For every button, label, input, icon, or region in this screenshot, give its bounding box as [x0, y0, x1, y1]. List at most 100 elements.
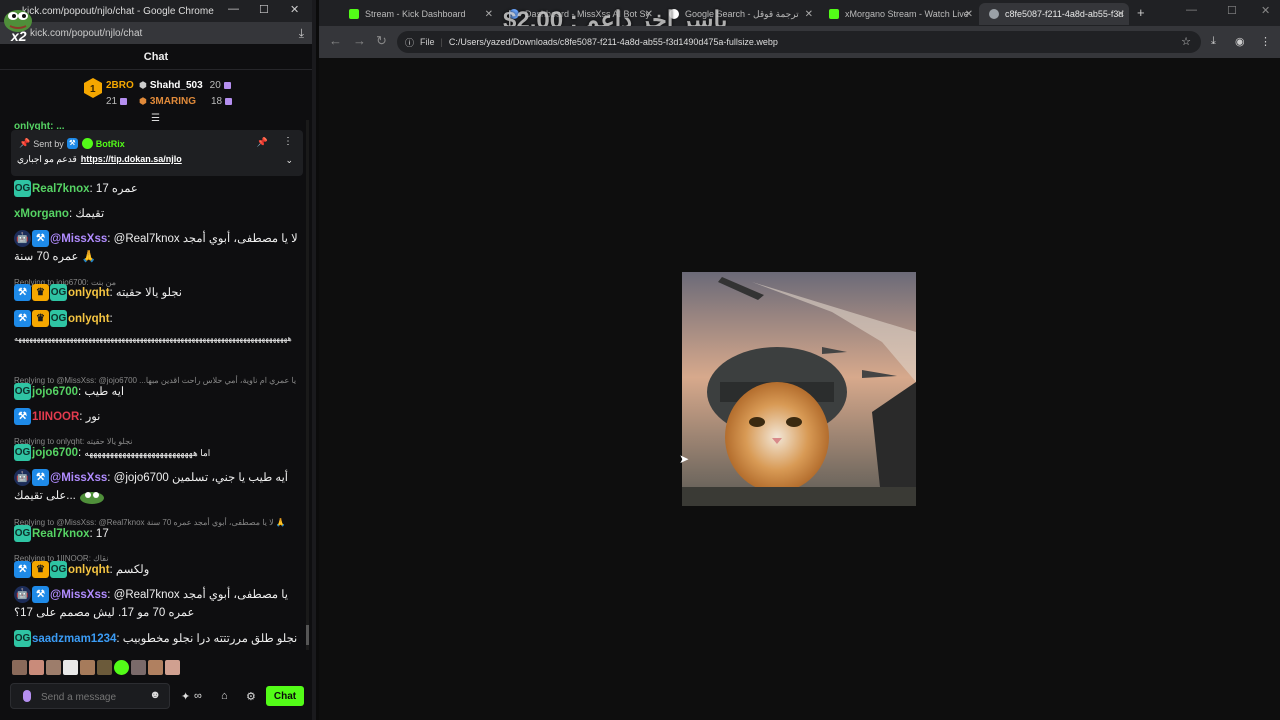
pinned-sender[interactable]: BotRix	[96, 139, 125, 149]
sub-gift-icon	[225, 98, 233, 105]
omnibox[interactable]: ⓘ File | C:/Users/yazed/Downloads/c8fe50…	[397, 31, 1201, 53]
emote-icon[interactable]	[46, 660, 61, 675]
chat-message[interactable]: ⚒ ♛ OG onlyqht:	[14, 310, 298, 328]
channel-points-icon[interactable]: ✦	[181, 690, 190, 703]
scrollbar-thumb[interactable]	[306, 625, 309, 645]
emote-icon[interactable]	[114, 660, 129, 675]
address-bar[interactable]: kick.com/popout/njlo/chat ⤓	[0, 22, 312, 44]
profile-avatar-icon[interactable]: ◉	[1235, 35, 1245, 48]
chat-message[interactable]: 🤖 ⚒ @MissXss: @Real7knox لا يا مصطفى، أبوي…	[14, 230, 298, 266]
pinned-message[interactable]: 📌 Sent by ⚒ BotRix قدعم مو اجباري https:…	[11, 130, 303, 176]
og-badge-icon: OG	[50, 561, 67, 579]
sub-gift-icon	[223, 82, 231, 89]
close-icon[interactable]: ✕	[290, 3, 299, 16]
bookmark-star-icon[interactable]: ☆	[1181, 35, 1191, 48]
username[interactable]: onlyqht	[68, 287, 110, 299]
more-options-icon[interactable]: ⋮	[283, 136, 293, 147]
emote-icon[interactable]	[29, 660, 44, 675]
download-icon[interactable]: ⤓	[299, 26, 304, 41]
leaderboard-entry[interactable]: 2BRO	[106, 80, 134, 91]
tab-close-icon[interactable]: ✕	[965, 9, 973, 20]
fighter-pilot-cat-image[interactable]	[682, 272, 916, 506]
pinned-link[interactable]: https://tip.dokan.sa/njlo	[81, 154, 182, 165]
username[interactable]: @MissXss	[50, 589, 107, 601]
emoji-picker-icon[interactable]: ☻	[149, 689, 161, 701]
emote-icon[interactable]	[165, 660, 180, 675]
tab-xmorgano-stream[interactable]: xMorgano Stream - Watch Live ✕	[819, 3, 977, 25]
chevron-down-icon[interactable]: ⌄	[285, 155, 293, 166]
forward-arrow-icon[interactable]: →	[353, 33, 366, 48]
message-text: تقيمك	[75, 208, 105, 220]
maximize-icon[interactable]: ☐	[259, 3, 269, 16]
tab-title: c8fe5087-f211-4a8d-ab55-f3d	[1005, 9, 1124, 19]
window-titlebar[interactable]: kick.com/popout/njlo/chat - Google Chrom…	[0, 0, 312, 22]
download-icon[interactable]: ⤓	[1211, 35, 1216, 48]
chat-send-button[interactable]: Chat	[266, 686, 304, 706]
settings-gear-icon[interactable]: ⚙	[246, 690, 256, 703]
emote-icon[interactable]	[148, 660, 163, 675]
tab-image-file[interactable]: c8fe5087-f211-4a8d-ab55-f3d ✕	[979, 3, 1129, 25]
chat-message[interactable]: OG saadzmam1234: نجلو طلق مررتتته درا نجل…	[14, 630, 298, 648]
tab-close-icon[interactable]: ✕	[485, 9, 493, 20]
emote-icon[interactable]	[12, 660, 27, 675]
unpin-icon[interactable]: 📌	[257, 137, 268, 148]
moderator-badge-icon: ⚒	[14, 284, 31, 302]
bot-badge-icon: 🤖	[14, 230, 31, 248]
chat-message[interactable]: xMorgano: تقيمك	[14, 205, 298, 223]
info-icon[interactable]: ⓘ	[405, 36, 414, 49]
infinity-icon[interactable]: ∞	[194, 690, 202, 702]
chat-message[interactable]: 🤖 ⚒ @MissXss: @Real7knox يا مصطفى، أبوي أم…	[14, 586, 298, 622]
leaderboard-count-row: 21	[106, 96, 128, 107]
back-arrow-icon[interactable]: ←	[329, 33, 342, 48]
file-chip: File	[420, 37, 435, 47]
chat-input[interactable]	[41, 688, 146, 706]
og-badge-icon: OG	[14, 444, 31, 462]
crown-badge-icon: ♛	[32, 561, 49, 579]
chat-scrollbar[interactable]	[306, 120, 309, 650]
microphone-icon[interactable]	[23, 690, 31, 702]
leaderboard-entry[interactable]: ⬢ Shahd_503 20	[139, 80, 231, 91]
username[interactable]: onlyqht	[68, 564, 110, 576]
username[interactable]: onlyqht	[68, 313, 110, 325]
minimize-icon[interactable]: —	[228, 3, 239, 15]
chat-message[interactable]: ⚒ ♛ OG onlyqht: نجلو يالا حقيته	[14, 284, 298, 302]
leaderboard-count: 18	[210, 96, 223, 107]
new-tab-icon[interactable]: +	[1137, 5, 1145, 20]
reload-icon[interactable]: ↻	[376, 33, 387, 49]
maximize-icon[interactable]: ☐	[1227, 4, 1237, 17]
leaderboard-entry[interactable]: ⬢ 3MARING 18	[139, 96, 233, 107]
username[interactable]: jojo6700	[32, 386, 78, 398]
tab-close-icon[interactable]: ✕	[1117, 9, 1125, 20]
username[interactable]: 1lINOOR	[32, 411, 79, 423]
username[interactable]: @MissXss	[50, 472, 107, 484]
username[interactable]: Real7knox	[32, 183, 90, 195]
chat-message[interactable]: OG Real7knox: 17	[14, 525, 298, 543]
emote-icon[interactable]	[80, 660, 95, 675]
chat-message[interactable]: 🤖 ⚒ @MissXss: @jojo6700 أيه طيب يا جني، تس…	[14, 469, 298, 505]
username[interactable]: jojo6700	[32, 447, 78, 459]
tab-close-icon[interactable]: ✕	[805, 9, 813, 20]
chat-input-box[interactable]: ☻	[10, 683, 170, 709]
leaderboard-name: 3MARING	[149, 96, 196, 107]
chat-message[interactable]: OG Real7knox: عمره 17	[14, 180, 298, 198]
tab-kick-dashboard[interactable]: Stream - Kick Dashboard ✕	[339, 3, 497, 25]
minimize-icon[interactable]: —	[1186, 4, 1197, 16]
store-icon[interactable]: ⌂	[221, 690, 228, 702]
chrome-menu-icon[interactable]: ⋮	[1260, 35, 1271, 48]
chat-header-title: Chat	[0, 44, 312, 70]
chat-message[interactable]: OG jojo6700: اما هههههههههههههههههههههههه…	[14, 444, 298, 462]
emote-icon[interactable]	[97, 660, 112, 675]
username[interactable]: @MissXss	[50, 233, 107, 245]
chat-message[interactable]: ⚒ ♛ OG onlyqht: ولكسم	[14, 561, 298, 579]
chat-message[interactable]: OG jojo6700: ايه طيب	[14, 383, 298, 401]
emote-icon[interactable]	[131, 660, 146, 675]
close-icon[interactable]: ✕	[1261, 4, 1270, 17]
emote-icon[interactable]	[63, 660, 78, 675]
username[interactable]: xMorgano	[14, 208, 69, 220]
username[interactable]: Real7knox	[32, 528, 90, 540]
second-place-icon: ⬢	[139, 80, 147, 90]
chat-message[interactable]: ⚒ 1lINOOR: نور	[14, 408, 298, 426]
username[interactable]: saadzmam1234	[32, 633, 116, 645]
third-place-icon: ⬢	[139, 96, 147, 106]
moderator-badge-icon: ⚒	[66, 138, 78, 149]
